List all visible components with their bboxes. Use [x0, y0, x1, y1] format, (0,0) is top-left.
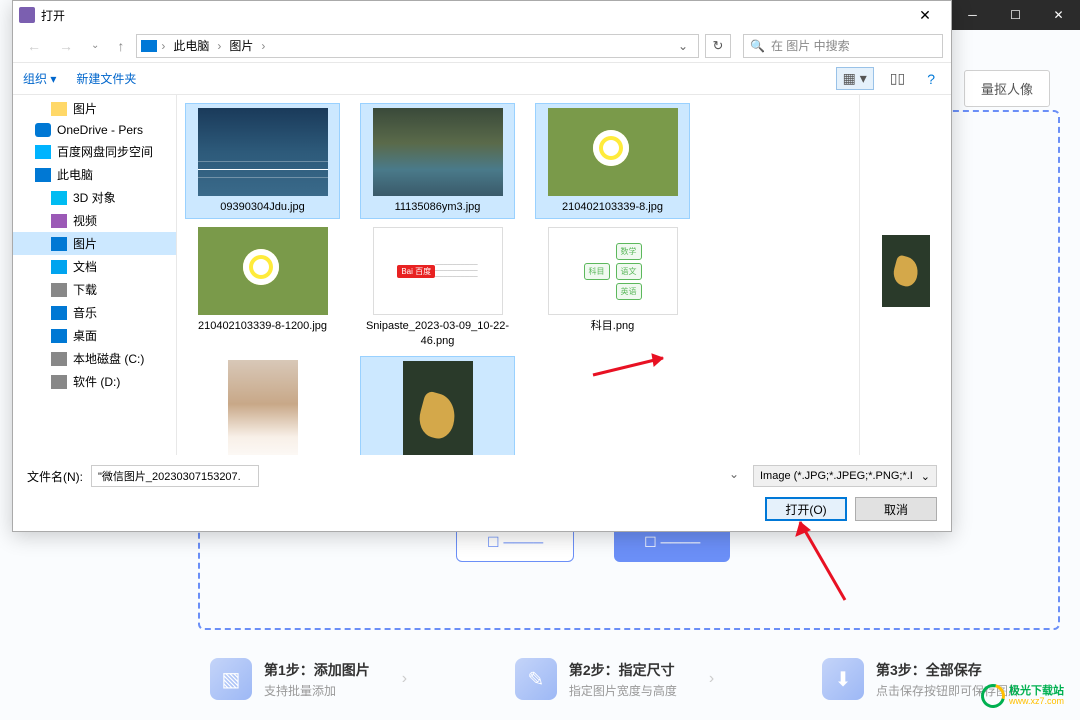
search-icon: 🔍: [750, 39, 765, 53]
path-dropdown-icon[interactable]: ⌄: [672, 39, 694, 53]
file-label: 11135086ym3.jpg: [395, 200, 481, 214]
file-item[interactable]: 11135086ym3.jpg: [360, 103, 515, 219]
dialog-title: 打开: [41, 7, 65, 24]
watermark-icon: [977, 680, 1010, 713]
breadcrumb-root[interactable]: 此电脑: [169, 37, 213, 54]
bg-titlebar: ─ ☐ ✕: [950, 0, 1080, 30]
file-thumbnail: [198, 227, 328, 315]
file-label: 09390304Jdu.jpg: [220, 200, 304, 214]
nav-history-dropdown[interactable]: ⌄: [85, 36, 105, 55]
search-input[interactable]: 🔍 在 图片 中搜索: [743, 34, 943, 58]
step-2-title: 第2步：指定尺寸: [569, 660, 677, 680]
file-thumbnail: [548, 108, 678, 196]
dialog-app-icon: [19, 7, 35, 23]
chevron-right-icon: ›: [261, 39, 265, 53]
file-item[interactable]: 210402103339-8-1200.jpg: [185, 223, 340, 352]
file-label: 210402103339-8-1200.jpg: [198, 319, 327, 333]
dialog-close-button[interactable]: ✕: [905, 7, 945, 24]
sidebar-item-downloads[interactable]: 下载: [13, 278, 176, 301]
step-1-icon: ▧: [210, 658, 252, 700]
chevron-right-icon: ›: [402, 670, 407, 688]
sidebar-item-desktop[interactable]: 桌面: [13, 324, 176, 347]
file-item[interactable]: 微信图片_20230307153207.jpg: [360, 356, 515, 455]
dialog-body: 图片 OneDrive - Pers 百度网盘同步空间 此电脑 3D 对象 视频…: [13, 95, 951, 455]
sidebar-item-pictures-2[interactable]: 图片: [13, 232, 176, 255]
nav-forward-button[interactable]: →: [53, 34, 79, 58]
preview-pane: [859, 95, 951, 455]
file-thumbnail: Bai 百度 ──────────────────────────────: [373, 227, 503, 315]
dialog-footer: 文件名(N): Image (*.JPG;*.JPEG;*.PNG;*.I⌄ 打…: [13, 455, 951, 531]
dialog-navbar: ← → ⌄ ↑ › 此电脑 › 图片 › ⌄ ↻ 🔍 在 图片 中搜索: [13, 29, 951, 63]
filetype-filter[interactable]: Image (*.JPG;*.JPEG;*.PNG;*.I⌄: [753, 465, 937, 487]
nav-up-button[interactable]: ↑: [111, 34, 130, 58]
file-item[interactable]: Bai 百度 ────────────────────────────── Sn…: [360, 223, 515, 352]
file-label: 科目.png: [591, 319, 634, 333]
file-item[interactable]: 09390304Jdu.jpg: [185, 103, 340, 219]
breadcrumb[interactable]: › 此电脑 › 图片 › ⌄: [136, 34, 699, 58]
cancel-button[interactable]: 取消: [855, 497, 937, 521]
file-item[interactable]: 科目 数学 语文 英语 科目.png: [535, 223, 690, 352]
sidebar-item-baidu[interactable]: 百度网盘同步空间: [13, 140, 176, 163]
sidebar-item-pictures[interactable]: 图片: [13, 97, 176, 120]
file-label: Snipaste_2023-03-09_10-22-46.png: [364, 319, 511, 348]
search-placeholder: 在 图片 中搜索: [771, 37, 850, 54]
dialog-titlebar: 打开 ✕: [13, 1, 951, 29]
file-item[interactable]: 微信截图_20230102154533.jpg: [185, 356, 340, 455]
step-1-sub: 支持批量添加: [264, 682, 370, 699]
file-thumbnail: [373, 108, 503, 196]
refresh-button[interactable]: ↻: [705, 34, 731, 58]
sidebar-item-disk-c[interactable]: 本地磁盘 (C:): [13, 347, 176, 370]
file-item[interactable]: 210402103339-8.jpg: [535, 103, 690, 219]
pc-icon: [141, 40, 157, 52]
dialog-toolbar: 组织 ▾ 新建文件夹 ▦ ▾ ▯▯ ?: [13, 63, 951, 95]
step-1: ▧ 第1步：添加图片 支持批量添加 ›: [210, 658, 407, 700]
file-thumbnail: [198, 108, 328, 196]
preview-pane-button[interactable]: ▯▯: [884, 68, 911, 89]
help-button[interactable]: ?: [921, 69, 941, 89]
sidebar-item-docs[interactable]: 文档: [13, 255, 176, 278]
sidebar-item-3d[interactable]: 3D 对象: [13, 186, 176, 209]
filename-label: 文件名(N):: [27, 468, 83, 485]
chevron-right-icon: ›: [709, 670, 714, 688]
file-open-dialog: 打开 ✕ ← → ⌄ ↑ › 此电脑 › 图片 › ⌄ ↻ 🔍 在 图片 中搜索…: [12, 0, 952, 532]
file-thumbnail: [403, 361, 473, 455]
watermark: 极光下载站 www.xz7.com: [981, 684, 1064, 708]
step-1-title: 第1步：添加图片: [264, 660, 370, 680]
step-3-title: 第3步：全部保存: [876, 660, 1020, 680]
sidebar-item-onedrive[interactable]: OneDrive - Pers: [13, 120, 176, 140]
file-thumbnail: [228, 360, 298, 455]
chevron-right-icon: ›: [217, 39, 221, 53]
filename-input[interactable]: [91, 465, 259, 487]
file-label: 210402103339-8.jpg: [562, 200, 663, 214]
new-folder-button[interactable]: 新建文件夹: [76, 70, 136, 87]
sidebar: 图片 OneDrive - Pers 百度网盘同步空间 此电脑 3D 对象 视频…: [13, 95, 177, 455]
breadcrumb-folder[interactable]: 图片: [225, 37, 257, 54]
bg-close-button[interactable]: ✕: [1037, 0, 1080, 30]
organize-menu[interactable]: 组织 ▾: [23, 70, 56, 87]
watermark-text-en: www.xz7.com: [1009, 697, 1064, 707]
bg-maximize-button[interactable]: ☐: [994, 0, 1037, 30]
bg-minimize-button[interactable]: ─: [951, 0, 994, 30]
bg-toolbar: 量抠人像: [964, 70, 1050, 107]
nav-back-button[interactable]: ←: [21, 34, 47, 58]
sidebar-item-thispc[interactable]: 此电脑: [13, 163, 176, 186]
sidebar-item-disk-d[interactable]: 软件 (D:): [13, 370, 176, 393]
step-2-icon: ✎: [515, 658, 557, 700]
file-thumbnail: 科目 数学 语文 英语: [548, 227, 678, 315]
filename-input-wrap: [91, 465, 745, 487]
steps-row: ▧ 第1步：添加图片 支持批量添加 › ✎ 第2步：指定尺寸 指定图片宽度与高度…: [210, 658, 1020, 700]
step-2-sub: 指定图片宽度与高度: [569, 682, 677, 699]
view-mode-button[interactable]: ▦ ▾: [836, 67, 874, 90]
sidebar-item-video[interactable]: 视频: [13, 209, 176, 232]
batch-cutout-button[interactable]: 量抠人像: [964, 70, 1050, 107]
step-2: ✎ 第2步：指定尺寸 指定图片宽度与高度 ›: [515, 658, 714, 700]
chevron-right-icon: ›: [161, 39, 165, 53]
open-button[interactable]: 打开(O): [765, 497, 847, 521]
sidebar-item-music[interactable]: 音乐: [13, 301, 176, 324]
file-grid[interactable]: 09390304Jdu.jpg 11135086ym3.jpg 21040210…: [177, 95, 859, 455]
preview-thumbnail: [882, 235, 930, 307]
step-3-icon: ⬇: [822, 658, 864, 700]
